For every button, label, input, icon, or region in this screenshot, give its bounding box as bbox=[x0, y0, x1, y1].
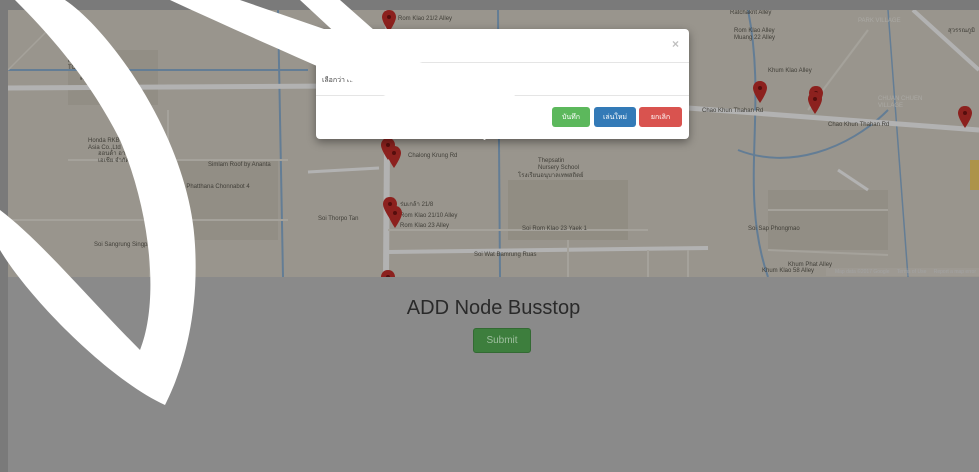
submit-button[interactable]: Submit bbox=[473, 328, 531, 353]
save-button[interactable]: บันทึก bbox=[552, 107, 590, 127]
choice-modal: เลือก × เลือกว่า เล่น หรือ บันทึก บันทึก… bbox=[316, 29, 689, 139]
close-icon[interactable]: × bbox=[672, 37, 679, 51]
modal-body: เลือกว่า เล่น หรือ บันทึก bbox=[316, 63, 689, 96]
play-again-button[interactable]: เล่นใหม่ bbox=[594, 107, 636, 127]
modal-header: เลือก × bbox=[316, 29, 689, 63]
cancel-button[interactable]: ยกเลิก bbox=[639, 107, 682, 127]
modal-footer: บันทึก เล่นใหม่ ยกเลิก bbox=[316, 96, 689, 139]
modal-message: เลือกว่า เล่น หรือ บันทึก bbox=[322, 77, 393, 84]
modal-title: เลือก bbox=[322, 43, 346, 55]
page-title: ADD Node Busstop bbox=[406, 297, 581, 319]
